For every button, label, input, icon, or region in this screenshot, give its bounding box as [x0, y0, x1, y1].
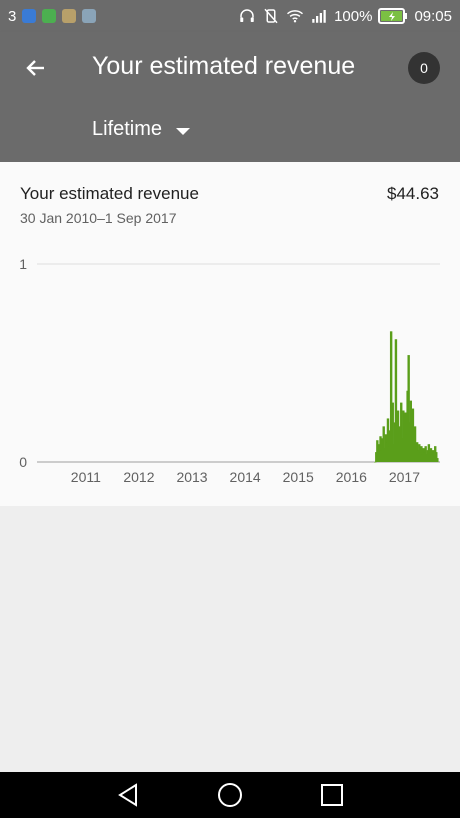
app-icon-map	[62, 9, 77, 23]
x-tick-label: 2016	[336, 469, 367, 484]
x-tick-label: 2012	[123, 469, 154, 484]
navigation-bar	[0, 772, 460, 818]
dropdown-caret-icon	[176, 127, 191, 135]
clock: 09:05	[414, 7, 452, 25]
date-range-label: Lifetime	[92, 118, 163, 140]
card-title: Your estimated revenue	[20, 184, 199, 203]
status-bar: 3 100% 09:05	[0, 0, 460, 32]
y-tick-label: 1	[19, 256, 27, 272]
revenue-amount: $44.63	[387, 184, 439, 203]
nav-back-icon[interactable]	[114, 781, 142, 809]
revenue-card: Your estimated revenue $44.63 30 Jan 201…	[0, 162, 460, 506]
y-tick-label: 0	[19, 454, 27, 470]
date-range-dropdown[interactable]: Lifetime	[92, 118, 191, 141]
headphones-icon	[240, 9, 254, 22]
signal-icon	[312, 10, 326, 23]
x-tick-label: 2014	[230, 469, 261, 484]
x-tick-label: 2011	[71, 469, 101, 484]
status-bar-right: 100% 09:05	[238, 7, 460, 25]
app-bar: Your estimated revenue 0 Lifetime	[0, 32, 460, 162]
vibrate-off-icon	[264, 8, 278, 24]
battery-percent: 100%	[334, 7, 373, 25]
app-icon-blue	[22, 9, 37, 23]
x-tick-label: 2015	[283, 469, 314, 484]
nav-recents-icon[interactable]	[318, 781, 346, 809]
status-bar-left: 3	[0, 7, 97, 25]
back-button[interactable]	[18, 50, 54, 86]
battery-icon	[378, 8, 408, 24]
data-spike	[374, 462, 377, 463]
wifi-icon	[287, 10, 304, 23]
nav-home-icon[interactable]	[216, 781, 244, 809]
date-range-text: 30 Jan 2010–1 Sep 2017	[20, 210, 177, 226]
page-title: Your estimated revenue	[92, 52, 356, 80]
app-icon-green	[42, 9, 57, 23]
notification-count: 3	[8, 7, 17, 25]
app-icon-gallery	[82, 9, 97, 23]
x-tick-label: 2017	[389, 469, 420, 484]
revenue-chart: 0 1 2011 2012 2013 2014 2015 2016 2017	[19, 256, 440, 484]
x-tick-label: 2013	[176, 469, 207, 484]
arrow-back-icon	[26, 60, 44, 76]
notification-badge[interactable]: 0	[408, 52, 440, 84]
data-spike	[436, 458, 439, 462]
